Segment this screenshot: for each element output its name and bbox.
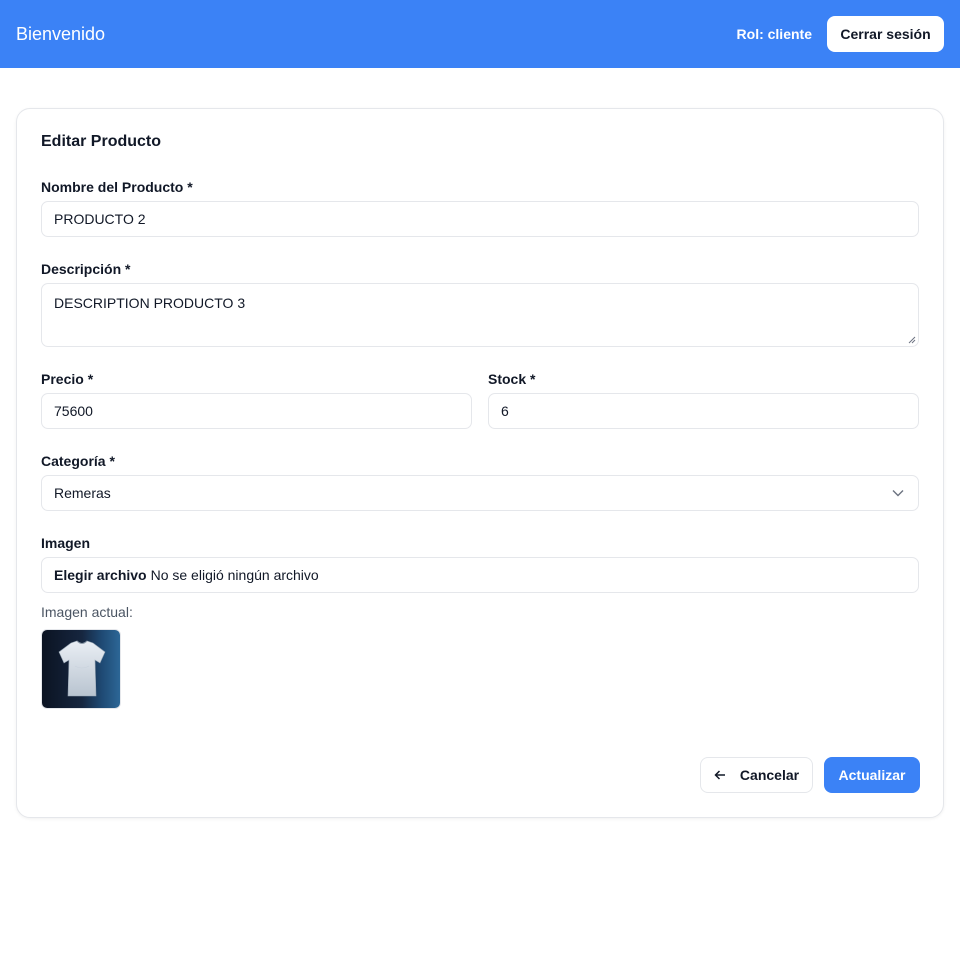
category-value: Remeras — [54, 485, 111, 501]
description-value: DESCRIPTION PRODUCTO 3 — [54, 295, 246, 311]
price-label: Precio * — [41, 371, 94, 387]
current-image-label: Imagen actual: — [41, 604, 133, 620]
choose-file-button[interactable]: Elegir archivo — [54, 567, 147, 583]
user-role: Rol: cliente — [736, 26, 812, 42]
edit-product-card: Editar Producto Nombre del Producto * PR… — [16, 108, 944, 818]
update-button[interactable]: Actualizar — [824, 757, 920, 793]
image-file-input[interactable]: Elegir archivo No se eligió ningún archi… — [41, 557, 919, 593]
category-select[interactable]: Remeras — [41, 475, 919, 511]
current-product-image — [41, 629, 121, 709]
price-value: 75600 — [54, 403, 93, 419]
price-input[interactable]: 75600 — [41, 393, 472, 429]
topbar-actions: Rol: cliente Cerrar sesión — [737, 16, 944, 52]
arrow-left-icon — [714, 770, 725, 780]
cancel-button[interactable]: Cancelar — [700, 757, 813, 793]
tshirt-image — [42, 630, 120, 708]
form-title: Editar Producto — [41, 133, 162, 150]
description-textarea[interactable]: DESCRIPTION PRODUCTO 3 — [41, 283, 919, 347]
product-name-input[interactable]: PRODUCTO 2 — [41, 201, 919, 237]
welcome-title: Bienvenido — [16, 23, 106, 44]
no-file-text: No se eligió ningún archivo — [150, 567, 319, 583]
image-label: Imagen — [41, 535, 91, 551]
resize-grip-icon[interactable] — [908, 336, 916, 344]
product-name-value: PRODUCTO 2 — [54, 211, 146, 227]
chevron-down-icon — [892, 490, 904, 497]
top-bar: Bienvenido Rol: cliente Cerrar sesión — [0, 0, 960, 68]
cancel-label: Cancelar — [739, 767, 800, 783]
description-label: Descripción * — [41, 261, 131, 277]
stock-value: 6 — [501, 403, 509, 419]
stock-input[interactable]: 6 — [488, 393, 919, 429]
product-name-label: Nombre del Producto * — [41, 179, 193, 195]
category-label: Categoría * — [41, 453, 115, 469]
stock-label: Stock * — [488, 371, 536, 387]
logout-button[interactable]: Cerrar sesión — [827, 16, 944, 52]
